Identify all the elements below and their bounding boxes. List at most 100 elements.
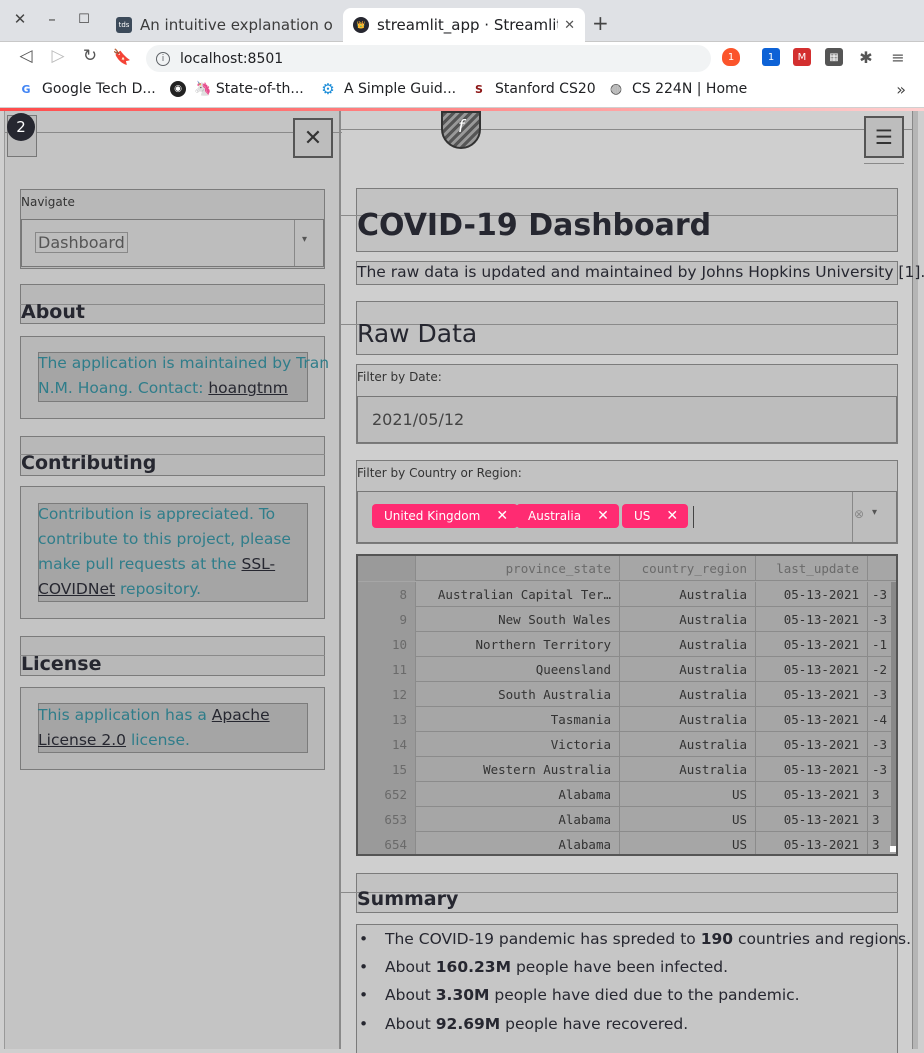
table-cell[interactable]: 05-13-2021	[756, 757, 868, 782]
table-row[interactable]: 654 Alabama US 05-13-2021 3	[358, 832, 896, 854]
window-minimize-icon[interactable]: –	[42, 10, 62, 28]
window-close-icon[interactable]: ✕	[10, 10, 30, 28]
table-cell[interactable]: Northern Territory	[416, 632, 620, 657]
brave-shield-icon[interactable]: 1	[722, 48, 740, 66]
table-cell[interactable]: Australia	[620, 582, 756, 607]
chip-united-kingdom[interactable]: United Kingdom ✕	[372, 504, 519, 528]
date-input[interactable]: 2021/05/12	[357, 396, 897, 443]
table-cell[interactable]: 05-13-2021	[756, 607, 868, 632]
bookmark-item[interactable]: ⚙ A Simple Guid...	[320, 80, 456, 98]
table-row[interactable]: 652 Alabama US 05-13-2021 3	[358, 782, 896, 807]
table-cell[interactable]: 05-13-2021	[756, 707, 868, 732]
bookmark-item[interactable]: S Stanford CS20	[471, 81, 596, 97]
extension-badge-icon[interactable]: 1	[762, 48, 780, 66]
table-cell[interactable]: Australia	[620, 732, 756, 757]
bookmark-item[interactable]: G Google Tech D...	[18, 81, 155, 97]
chip-remove-icon[interactable]: ✕	[496, 508, 508, 524]
table-cell[interactable]: Queensland	[416, 657, 620, 682]
table-cell[interactable]: 05-13-2021	[756, 807, 868, 832]
reload-icon[interactable]: ↻	[78, 46, 102, 66]
country-multiselect[interactable]: United Kingdom ✕ Australia ✕ US ✕ ⊗ ▾	[357, 491, 897, 543]
bookmark-item[interactable]: ◉ 🦄 State-of-th...	[170, 81, 304, 97]
bookmark-item[interactable]: ◍ CS 224N | Home	[608, 81, 747, 97]
table-index-cell[interactable]: 9	[358, 607, 416, 632]
table-cell[interactable]: Australia	[620, 682, 756, 707]
table-row[interactable]: 9 New South Wales Australia 05-13-2021 -3	[358, 607, 896, 632]
chip-us[interactable]: US ✕	[622, 504, 689, 528]
table-row[interactable]: 15 Western Australia Australia 05-13-2021 -3	[358, 757, 896, 782]
bookmarks-overflow-icon[interactable]: »	[896, 80, 906, 99]
apache-license-link-cont[interactable]: License 2.0	[38, 731, 126, 749]
table-cell[interactable]: Alabama	[416, 807, 620, 832]
chevron-down-icon[interactable]: ▾	[872, 507, 877, 518]
table-cell[interactable]: 05-13-2021	[756, 782, 868, 807]
table-cell[interactable]: Alabama	[416, 832, 620, 854]
table-index-cell[interactable]: 8	[358, 582, 416, 607]
table-cell[interactable]: Alabama	[416, 782, 620, 807]
table-index-cell[interactable]: 11	[358, 657, 416, 682]
table-index-cell[interactable]: 653	[358, 807, 416, 832]
extensions-puzzle-icon[interactable]: ✱	[857, 48, 875, 67]
back-icon[interactable]: ◁	[14, 46, 38, 66]
address-bar[interactable]: i localhost:8501	[146, 45, 711, 72]
table-cell[interactable]: Victoria	[416, 732, 620, 757]
apache-license-link[interactable]: Apache	[212, 706, 270, 724]
table-index-cell[interactable]: 14	[358, 732, 416, 757]
table-row[interactable]: 12 South Australia Australia 05-13-2021 -3	[358, 682, 896, 707]
table-cell[interactable]: Western Australia	[416, 757, 620, 782]
browser-menu-icon[interactable]: ≡	[889, 48, 907, 67]
mendeley-icon[interactable]: M	[793, 48, 811, 66]
chip-australia[interactable]: Australia ✕	[516, 504, 619, 528]
browser-tab-active[interactable]: 👑 streamlit_app · Streamlit ✕	[343, 8, 585, 42]
window-maximize-icon[interactable]: ☐	[74, 12, 94, 27]
table-cell[interactable]: US	[620, 782, 756, 807]
tab-close-icon[interactable]: ✕	[564, 18, 575, 33]
ssl-covidnet-link-cont[interactable]: COVIDNet	[38, 580, 115, 598]
table-cell[interactable]: Australia	[620, 757, 756, 782]
table-cell[interactable]: Australia	[620, 707, 756, 732]
table-row[interactable]: 10 Northern Territory Australia 05-13-2021-…	[358, 632, 896, 657]
table-header-cell[interactable]: province_state	[416, 556, 620, 581]
table-index-cell[interactable]: 10	[358, 632, 416, 657]
ssl-covidnet-link[interactable]: SSL-	[241, 555, 275, 573]
table-cell[interactable]: New South Wales	[416, 607, 620, 632]
table-cell[interactable]: 05-13-2021	[756, 732, 868, 757]
main-scrollbar[interactable]	[912, 111, 918, 1049]
table-row[interactable]: 653 Alabama US 05-13-2021 3	[358, 807, 896, 832]
table-header-cell[interactable]: last_update	[756, 556, 868, 581]
table-row[interactable]: 11 Queensland Australia 05-13-2021 -2	[358, 657, 896, 682]
table-index-cell[interactable]: 15	[358, 757, 416, 782]
chip-remove-icon[interactable]: ✕	[666, 508, 678, 524]
navigate-select[interactable]: Dashboard ▾	[21, 219, 324, 267]
table-index-cell[interactable]: 652	[358, 782, 416, 807]
browser-tab-inactive[interactable]: tds An intuitive explanation of Be	[106, 8, 342, 42]
table-row[interactable]: 8 Australian Capital Ter… Australia 05-13-2…	[358, 582, 896, 607]
table-cell[interactable]: 05-13-2021	[756, 832, 868, 854]
table-header-cell[interactable]	[868, 556, 896, 581]
table-cell[interactable]: 05-13-2021	[756, 682, 868, 707]
new-tab-icon[interactable]: +	[592, 11, 609, 35]
table-row[interactable]: 14 Victoria Australia 05-13-2021 -3	[358, 732, 896, 757]
contact-link[interactable]: hoangtnm	[208, 379, 287, 397]
raw-data-table[interactable]: province_state country_region last_updat…	[356, 554, 898, 856]
calculator-icon[interactable]: ▦	[825, 48, 843, 66]
table-cell[interactable]: 05-13-2021	[756, 632, 868, 657]
table-row[interactable]: 13 Tasmania Australia 05-13-2021 -4	[358, 707, 896, 732]
table-cell[interactable]: 05-13-2021	[756, 657, 868, 682]
table-cell[interactable]: Australian Capital Ter…	[416, 582, 620, 607]
chip-remove-icon[interactable]: ✕	[597, 508, 609, 524]
bookmark-icon[interactable]: 🔖	[110, 48, 134, 66]
table-cell[interactable]: US	[620, 832, 756, 854]
table-cell[interactable]: Australia	[620, 632, 756, 657]
table-resize-handle[interactable]	[890, 846, 896, 852]
table-index-cell[interactable]: 654	[358, 832, 416, 854]
hamburger-menu-button[interactable]: ☰	[864, 116, 904, 158]
table-index-cell[interactable]: 12	[358, 682, 416, 707]
table-cell[interactable]: South Australia	[416, 682, 620, 707]
table-cell[interactable]: US	[620, 807, 756, 832]
sidebar-close-button[interactable]: ✕	[293, 118, 333, 158]
clear-all-icon[interactable]: ⊗	[854, 507, 864, 521]
table-cell[interactable]: Tasmania	[416, 707, 620, 732]
table-header-cell[interactable]: country_region	[620, 556, 756, 581]
table-cell[interactable]: 05-13-2021	[756, 582, 868, 607]
